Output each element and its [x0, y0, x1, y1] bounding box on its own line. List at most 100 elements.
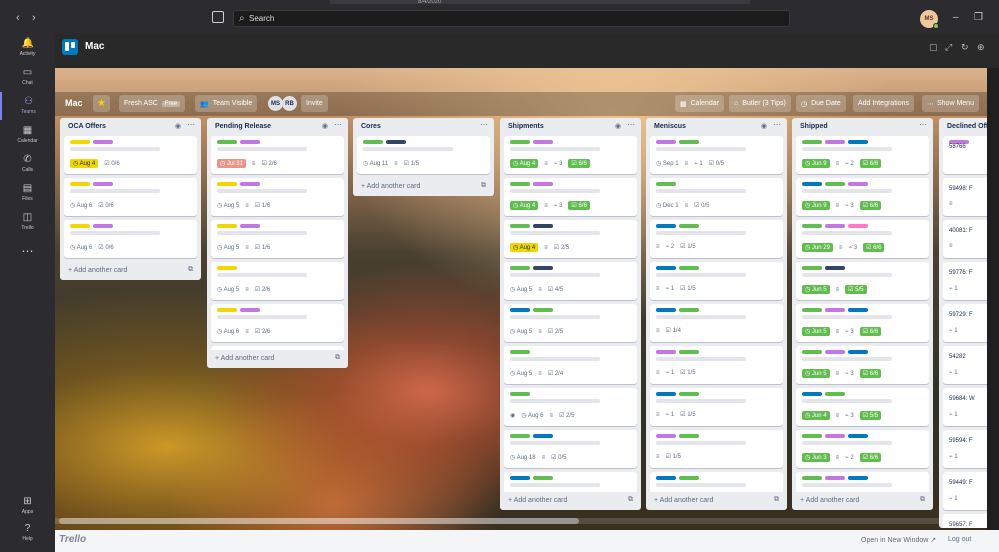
refresh-icon[interactable]: ↻	[961, 42, 969, 53]
rail-item-help[interactable]: ? Help	[0, 519, 55, 547]
restore-icon[interactable]: ❐	[974, 12, 983, 23]
card[interactable]: ◷ Aug 4 ≡ ⌁ 3 ☑ 6/6	[504, 178, 637, 216]
card[interactable]: ◷ Aug 6 ☑ 0/6	[64, 178, 197, 216]
card[interactable]: ≡ ⌁ 1 ☑ 1/5	[650, 262, 783, 300]
card[interactable]: ◷ Aug 5 ≡ ☑ 4/5	[504, 262, 637, 300]
add-card-button[interactable]: + Add another card ⧉	[792, 492, 933, 510]
card[interactable]: ≡ ☑ 1/4	[650, 304, 783, 342]
visibility-button[interactable]: 👥 Team Visible	[195, 95, 258, 112]
chat-bubble-icon[interactable]: ▢	[929, 42, 938, 53]
card[interactable]: 58766	[943, 136, 987, 174]
card[interactable]: ◷ Dec 1 ≡ ☑ 0/5	[650, 178, 783, 216]
card[interactable]: ◷ Jul 31 ≡ ☑ 2/6	[211, 136, 344, 174]
card-template-icon[interactable]: ⧉	[774, 496, 779, 504]
calendar-button[interactable]: ▦ Calendar	[675, 95, 725, 112]
list-menu-icon[interactable]: ⋯	[773, 120, 781, 129]
rail-item-activity[interactable]: 🔔 Activity	[0, 34, 55, 62]
workspace-button[interactable]: Fresh ASC Free	[119, 95, 186, 112]
card[interactable]: 59684: W ⌁ 1	[943, 388, 987, 426]
card[interactable]: ◷ Jun 5 ≡ ☑ 5/5	[796, 262, 929, 300]
card[interactable]	[650, 472, 783, 492]
list-menu-icon[interactable]: ⋯	[480, 120, 488, 129]
card[interactable]: ◷ Aug 5 ≡ ☑ 2/4	[504, 346, 637, 384]
card[interactable]: ◷ Aug 5 ≡ ☑ 2/5	[504, 304, 637, 342]
list-title[interactable]: Shipments	[508, 123, 544, 130]
card[interactable]: ◷ Aug 4 ≡ ☑ 2/5	[504, 220, 637, 258]
user-avatar[interactable]: MS	[920, 10, 939, 29]
list-title[interactable]: Declined Offers	[947, 123, 987, 130]
minimize-icon[interactable]: –	[953, 12, 959, 23]
card[interactable]	[796, 472, 929, 492]
add-card-button[interactable]: + Add another card ⧉	[500, 492, 641, 510]
card[interactable]: 59449: F ⌁ 1	[943, 472, 987, 510]
card[interactable]: ◉ ◷ Aug 6 ≡ ☑ 2/5	[504, 388, 637, 426]
member-avatar[interactable]: MS	[268, 96, 283, 111]
list-header[interactable]: Meniscus ◉ ⋯	[646, 118, 787, 136]
card-template-icon[interactable]: ⧉	[628, 496, 633, 504]
list-title[interactable]: Meniscus	[654, 123, 686, 130]
card[interactable]: ◷ Aug 4 ☑ 0/6	[64, 136, 197, 174]
list-title[interactable]: Shipped	[800, 123, 828, 130]
add-card-button[interactable]: + Add another card ⧉	[207, 350, 348, 368]
card[interactable]: ◷ Aug 6 ☑ 0/6	[64, 220, 197, 258]
list-menu-icon[interactable]: ⋯	[187, 120, 195, 129]
card[interactable]: 59776: F ⌁ 1	[943, 262, 987, 300]
card[interactable]: ◷ Jun 29 ≡ ⌁ 3 ☑ 6/6	[796, 220, 929, 258]
list-menu-icon[interactable]: ⋯	[627, 120, 635, 129]
list-title[interactable]: OCA Offers	[68, 123, 106, 130]
card[interactable]: ◷ Aug 4 ≡ ⌁ 3 ☑ 6/6	[504, 136, 637, 174]
card[interactable]: ≡ ⌁ 1 ☑ 1/5	[650, 346, 783, 384]
board-scrollbar-thumb[interactable]	[59, 518, 579, 524]
card[interactable]: ◷ Jun 5 ≡ ⌁ 3 ☑ 6/6	[796, 346, 929, 384]
rail-item-calls[interactable]: ✆ Calls	[0, 150, 55, 178]
rail-item-calendar[interactable]: ▦ Calendar	[0, 121, 55, 149]
card[interactable]: ◷ Jun 5 ≡ ⌁ 3 ☑ 6/6	[796, 304, 929, 342]
due-date-button[interactable]: ◷ Due Date	[796, 95, 846, 112]
card[interactable]: 59498: F ≡	[943, 178, 987, 216]
card[interactable]: ◷ Aug 5 ≡ ☑ 1/6	[211, 178, 344, 216]
card[interactable]: ◷ Sep 1 ≡ ⌁ 1 ☑ 0/5	[650, 136, 783, 174]
list-header[interactable]: Cores ⋯	[353, 118, 494, 136]
rail-item-files[interactable]: ▤ Files	[0, 179, 55, 207]
card[interactable]: ◷ Aug 6 ≡ ☑ 2/6	[211, 304, 344, 342]
list-header[interactable]: Shipped ⋯	[792, 118, 933, 136]
card[interactable]: ◷ Aug 11 ≡ ☑ 1/5	[357, 136, 490, 174]
card-template-icon[interactable]: ⧉	[188, 266, 193, 274]
rail-item-chat[interactable]: ▭ Chat	[0, 63, 55, 91]
list-header[interactable]: Declined Offers	[939, 118, 987, 136]
card[interactable]: ◷ Jun 3 ≡ ⌁ 2 ☑ 6/6	[796, 430, 929, 468]
member-avatar[interactable]: RB	[282, 96, 297, 111]
card[interactable]: 40081: F ≡	[943, 220, 987, 258]
globe-icon[interactable]: ⊕	[977, 42, 985, 53]
rail-item-trello[interactable]: ◫ Trello	[0, 208, 55, 236]
card[interactable]: ≡ ☑ 1/5	[650, 430, 783, 468]
card[interactable]: 59729: F ⌁ 1	[943, 304, 987, 342]
card[interactable]: ≡ ⌁ 2 ☑ 1/5	[650, 220, 783, 258]
list-header[interactable]: Shipments ◉ ⋯	[500, 118, 641, 136]
card[interactable]: ◷ Aug 5 ≡ ☑ 1/6	[211, 220, 344, 258]
card[interactable]: ◷ Aug 5 ≡ ☑ 2/6	[211, 262, 344, 300]
card[interactable]	[504, 472, 637, 492]
add-integrations-button[interactable]: Add Integrations	[853, 95, 914, 112]
log-out-link[interactable]: Log out	[948, 536, 971, 543]
list-title[interactable]: Pending Release	[215, 123, 271, 130]
search-input[interactable]: ⌕ Search	[233, 10, 790, 27]
card-template-icon[interactable]: ⧉	[481, 182, 486, 190]
board-title[interactable]: Mac	[65, 98, 83, 108]
rail-item-teams[interactable]: ⚇ Teams	[0, 92, 55, 120]
list-header[interactable]: OCA Offers ◉ ⋯	[60, 118, 201, 136]
card-template-icon[interactable]: ⧉	[920, 496, 925, 504]
card[interactable]: ◷ Jun 9 ≡ ⌁ 3 ☑ 6/6	[796, 178, 929, 216]
list-menu-icon[interactable]: ⋯	[334, 120, 342, 129]
card[interactable]: ≡ ⌁ 1 ☑ 1/5	[650, 388, 783, 426]
card[interactable]: ◷ Jun 4 ≡ ⌁ 3 ☑ 5/5	[796, 388, 929, 426]
card[interactable]: 59594: F ⌁ 1	[943, 430, 987, 468]
card[interactable]: ◷ Jun 9 ≡ ⌁ 2 ☑ 6/6	[796, 136, 929, 174]
card[interactable]: 54282 ⌁ 1	[943, 346, 987, 384]
invite-button[interactable]: Invite	[301, 95, 328, 112]
back-arrow-icon[interactable]: ‹	[16, 12, 20, 24]
rail-item-apps[interactable]: ⊞ Apps	[0, 492, 55, 520]
butler-button[interactable]: ⌂ Butler (3 Tips)	[729, 95, 791, 112]
open-new-window-link[interactable]: Open in New Window ↗	[861, 536, 936, 544]
card-template-icon[interactable]: ⧉	[335, 354, 340, 362]
